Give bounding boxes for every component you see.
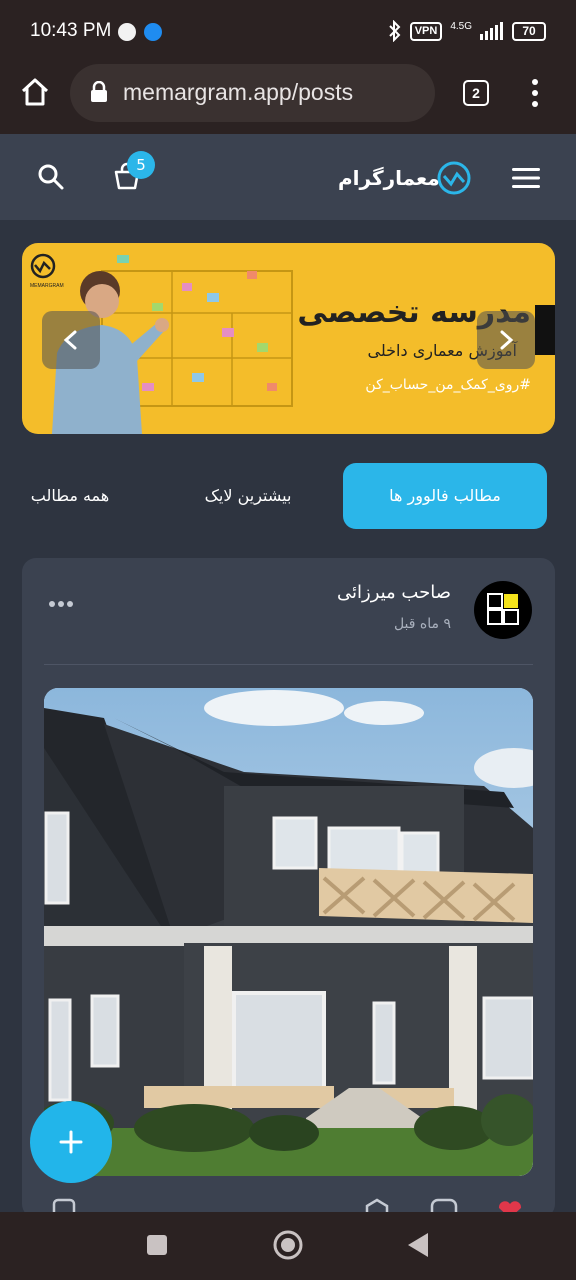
avatar-logo-icon <box>487 593 519 625</box>
status-time: 10:43 PM <box>30 20 112 41</box>
banner-prev-button[interactable] <box>42 311 100 369</box>
status-bar: 10:43 PM VPN 4.5G 70 <box>0 0 576 64</box>
post-tabs: مطالب فالوور ها بیشترین لایک همه مطالب <box>0 462 576 530</box>
card-divider <box>44 664 533 665</box>
brand-name: معمارگرام <box>338 166 440 190</box>
tab-followers-posts[interactable]: مطالب فالوور ها <box>343 463 547 529</box>
post-time: ۹ ماه قبل <box>393 616 451 632</box>
back-triangle-icon[interactable] <box>406 1232 430 1258</box>
menu-icon[interactable] <box>512 167 540 189</box>
network-type: 4.5G <box>450 20 472 32</box>
banner-logo-text: MEMARGRAM <box>30 283 64 289</box>
avatar[interactable] <box>474 581 532 639</box>
system-nav-bar <box>0 1212 576 1280</box>
browser-toolbar: memargram.app/posts 2 <box>0 64 576 134</box>
add-post-button[interactable] <box>30 1101 112 1183</box>
address-bar[interactable]: memargram.app/posts <box>70 64 435 122</box>
promo-banner[interactable]: MEMARGRAM مدرسه تخصصی آموزش معماری داخلی… <box>22 243 555 434</box>
banner-hashtag: #روی_کمک_من_حساب_کن <box>365 377 531 393</box>
banner-black-strip <box>535 305 555 355</box>
url-text: memargram.app/posts <box>123 79 354 105</box>
signal-icon <box>480 22 503 40</box>
search-icon[interactable] <box>37 163 65 191</box>
banner-illustration <box>52 255 293 434</box>
banner-logo-icon <box>30 253 56 279</box>
logo-icon <box>437 161 471 195</box>
chevron-right-icon <box>500 330 514 350</box>
banner-next-button[interactable] <box>477 311 535 369</box>
post-image[interactable] <box>44 688 533 1176</box>
tab-all-posts[interactable]: همه مطالب <box>15 463 125 529</box>
cart-count-badge: 5 <box>127 151 155 179</box>
tab-most-liked[interactable]: بیشترین لایک <box>178 463 318 529</box>
author-name[interactable]: صاحب میرزائی <box>337 582 451 603</box>
lock-icon <box>91 81 107 102</box>
chevron-left-icon <box>63 330 77 350</box>
square-icon[interactable] <box>146 1234 168 1256</box>
house-photo <box>44 688 533 1176</box>
more-horizontal-icon[interactable] <box>48 600 74 608</box>
more-vertical-icon[interactable] <box>530 78 540 108</box>
banner-logo: MEMARGRAM <box>30 253 64 289</box>
app-header <box>0 134 576 220</box>
bluetooth-icon <box>388 20 401 42</box>
notification-icon <box>118 23 136 41</box>
tabs-button[interactable]: 2 <box>463 80 489 106</box>
phone-call-icon <box>144 23 162 41</box>
circle-icon[interactable] <box>272 1229 304 1261</box>
battery-indicator: 70 <box>512 21 546 41</box>
vpn-badge: VPN <box>409 21 443 41</box>
status-indicators: VPN 4.5G 70 <box>388 20 546 42</box>
plus-icon <box>59 1130 83 1154</box>
home-icon[interactable] <box>20 77 50 107</box>
